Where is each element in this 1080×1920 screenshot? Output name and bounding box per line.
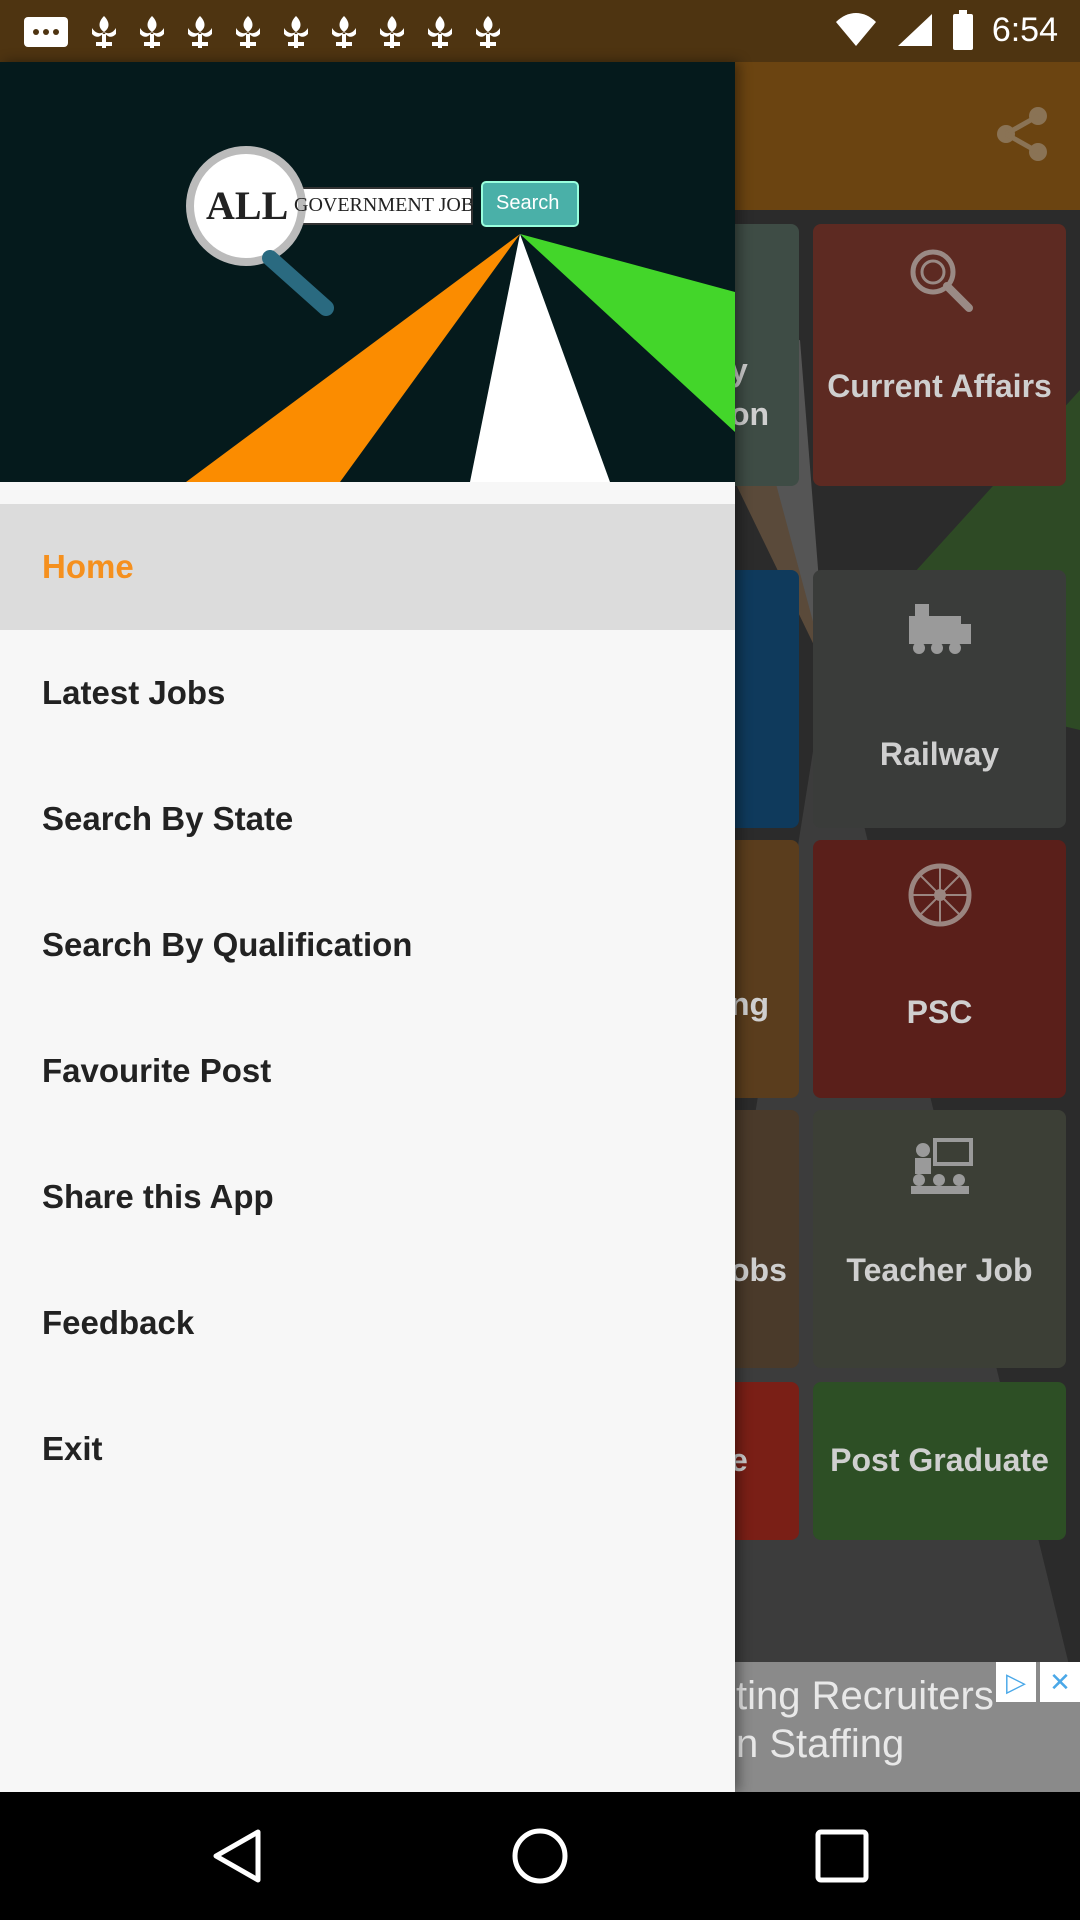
menu-item-search-by-state[interactable]: Search By State (0, 756, 735, 882)
tile-current-affairs[interactable]: Current Affairs (813, 224, 1066, 486)
message-icon (24, 17, 68, 47)
notification-icons (22, 14, 502, 50)
ad-text-line2: n Staffing (736, 1722, 905, 1766)
tile-label: obs (730, 1252, 787, 1288)
search-globe-icon (910, 249, 973, 312)
flower-icon (188, 16, 212, 48)
train-icon (908, 604, 971, 654)
flower-icon (140, 16, 164, 48)
flower-icon (332, 16, 356, 48)
status-bar: 6:54 (0, 0, 1080, 62)
navigation-drawer: ALL GOVERNMENT JOB Search Home Latest Jo… (0, 62, 735, 1792)
menu-item-label: Favourite Post (42, 1052, 272, 1089)
menu-item-favourite-post[interactable]: Favourite Post (0, 1008, 735, 1134)
flower-icon (284, 16, 308, 48)
back-icon[interactable] (208, 1826, 268, 1886)
close-icon[interactable]: ✕ (1040, 1662, 1080, 1702)
tile-psc[interactable]: PSC (813, 840, 1066, 1098)
tile-label: Teacher Job (846, 1252, 1033, 1288)
menu-item-feedback[interactable]: Feedback (0, 1260, 735, 1386)
ad-choices-icon[interactable]: ▷ (996, 1662, 1036, 1702)
flower-icon (380, 16, 404, 48)
tile-label: PSC (906, 994, 973, 1030)
flower-icon (236, 16, 260, 48)
logo-government-job-text: GOVERNMENT JOB (294, 194, 475, 216)
tile-label: y (730, 352, 748, 388)
menu-item-search-by-qualification[interactable]: Search By Qualification (0, 882, 735, 1008)
flower-icon (428, 16, 452, 48)
menu-item-label: Exit (42, 1430, 103, 1467)
menu-item-label: Search By State (42, 800, 294, 837)
tile-label: e (730, 1442, 748, 1478)
flower-icon (92, 16, 116, 48)
tile-label: ng (730, 986, 770, 1022)
logo-all-text: ALL (206, 183, 289, 228)
ashoka-chakra-icon (908, 863, 971, 927)
teacher-icon (910, 1138, 973, 1194)
menu-item-share-app[interactable]: Share this App (0, 1134, 735, 1260)
tile-label: Current Affairs (827, 368, 1052, 404)
tile-label: on (730, 396, 770, 432)
tile-teacher-job[interactable]: Teacher Job (813, 1110, 1066, 1368)
recents-icon[interactable] (812, 1826, 872, 1886)
system-nav-bar (0, 1792, 1080, 1920)
drawer-header: ALL GOVERNMENT JOB Search (0, 62, 735, 482)
ad-text-line1: ting Recruiters (736, 1674, 994, 1718)
menu-item-label: Latest Jobs (42, 674, 226, 711)
menu-item-label: Home (42, 548, 134, 585)
tile-label: Post Graduate (830, 1442, 1049, 1478)
wifi-icon (835, 13, 876, 46)
drawer-menu: Home Latest Jobs Search By State Search … (0, 504, 735, 1512)
menu-item-label: Share this App (42, 1178, 274, 1215)
battery-icon (952, 10, 973, 50)
share-icon[interactable] (992, 104, 1052, 164)
tile-railway[interactable]: Railway (813, 570, 1066, 828)
home-icon[interactable] (510, 1826, 570, 1886)
menu-item-label: Search By Qualification (42, 926, 413, 963)
menu-item-exit[interactable]: Exit (0, 1386, 735, 1512)
menu-item-label: Feedback (42, 1304, 195, 1341)
signal-icon (897, 14, 932, 46)
flower-icon (476, 16, 500, 48)
clock: 6:54 (991, 10, 1058, 49)
tile-label: Railway (879, 736, 1000, 772)
drawer-header-graphic (186, 146, 735, 482)
menu-item-home[interactable]: Home (0, 504, 735, 630)
menu-item-latest-jobs[interactable]: Latest Jobs (0, 630, 735, 756)
logo-search-button: Search (496, 192, 560, 214)
tile-post-graduate[interactable]: Post Graduate (813, 1382, 1066, 1540)
